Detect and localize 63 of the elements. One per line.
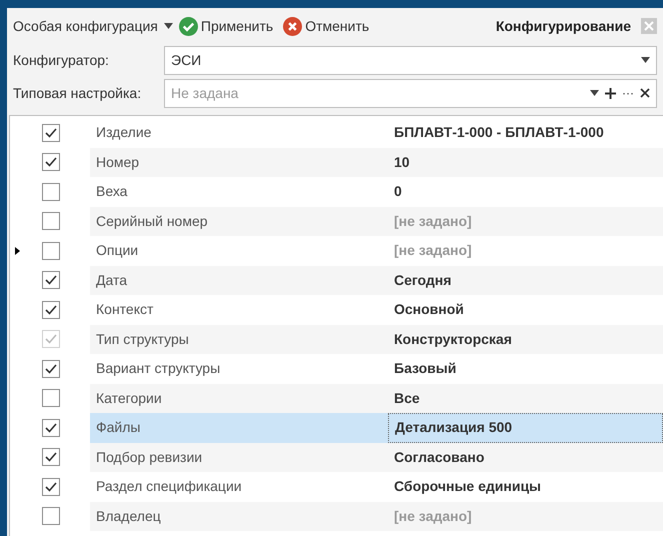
property-name: Тип структуры: [95, 330, 190, 349]
field-label: Конфигуратор:: [13, 50, 110, 70]
property-value[interactable]: 10: [388, 148, 663, 177]
checkbox[interactable]: [42, 124, 60, 142]
row-indicator-icon: [14, 246, 20, 255]
field-label: Типовая настройка:: [13, 84, 142, 103]
checkbox[interactable]: [42, 507, 60, 526]
checkbox[interactable]: [42, 153, 60, 172]
caret-icon: [590, 90, 599, 96]
caret-icon: [641, 57, 650, 63]
property-name: Дата: [95, 270, 128, 290]
property-value[interactable]: Основной: [388, 295, 663, 324]
plus-icon[interactable]: [605, 88, 616, 98]
property-name: Файлы: [95, 418, 142, 438]
property-value[interactable]: БПЛАВТ-1-000 - БПЛАВТ-1-000: [388, 118, 663, 148]
property-name: Опции: [95, 241, 140, 260]
property-value[interactable]: Сборочные единицы: [388, 472, 663, 502]
checkbox[interactable]: [42, 478, 60, 496]
checkmark-icon: [45, 304, 57, 315]
checkmark-icon: [45, 452, 57, 462]
checkmark-icon: [45, 128, 57, 138]
checkbox[interactable]: [42, 271, 60, 290]
cancel-button[interactable]: Отменить: [283, 16, 370, 36]
check-circle-icon: [178, 16, 198, 36]
mode-dropdown[interactable]: Особая конфигурация: [13, 16, 173, 36]
more-button[interactable]: ···: [622, 87, 634, 99]
property-value[interactable]: Сегодня: [388, 266, 663, 295]
property-name: Серийный номер: [95, 212, 209, 231]
checkbox[interactable]: [42, 300, 60, 319]
checkmark-icon: [45, 364, 57, 374]
apply-button[interactable]: Применить: [178, 16, 274, 36]
checkbox[interactable]: [42, 389, 60, 408]
checkbox[interactable]: [42, 448, 60, 466]
checkmark-icon: [45, 482, 57, 492]
checkmark-icon: [45, 275, 57, 286]
property-name: Раздел спецификации: [95, 477, 243, 496]
configurator-dropdown[interactable]: ЭСИ: [164, 46, 657, 74]
panel-title: Конфигурирование: [496, 16, 631, 36]
checkbox[interactable]: [42, 242, 60, 260]
checkmark-icon: [45, 334, 57, 344]
checkbox[interactable]: [42, 182, 60, 201]
property-value[interactable]: Все: [388, 384, 663, 413]
checkmark-icon: [45, 157, 57, 168]
property-name: Веха: [95, 182, 128, 202]
close-circle-icon: [283, 16, 302, 36]
property-value[interactable]: 0: [388, 177, 663, 206]
property-name: Номер: [95, 152, 140, 172]
close-icon[interactable]: [640, 88, 650, 98]
property-name: Вариант структуры: [95, 359, 222, 378]
checkbox[interactable]: [42, 418, 60, 437]
property-value[interactable]: Базовый: [388, 354, 663, 384]
property-name: Категории: [95, 388, 163, 408]
checkmark-icon: [45, 422, 57, 433]
property-name: Контекст: [95, 300, 154, 320]
caret-icon: [164, 23, 173, 29]
property-value[interactable]: Согласовано: [388, 442, 663, 472]
preset-field[interactable]: Не задана ···: [164, 78, 657, 108]
close-icon: [644, 21, 654, 31]
property-name: Изделие: [95, 123, 152, 142]
checkbox[interactable]: [42, 360, 60, 378]
checkbox[interactable]: [42, 212, 60, 230]
property-name: Владелец: [95, 506, 162, 526]
property-name: Подбор ревизии: [95, 448, 204, 467]
